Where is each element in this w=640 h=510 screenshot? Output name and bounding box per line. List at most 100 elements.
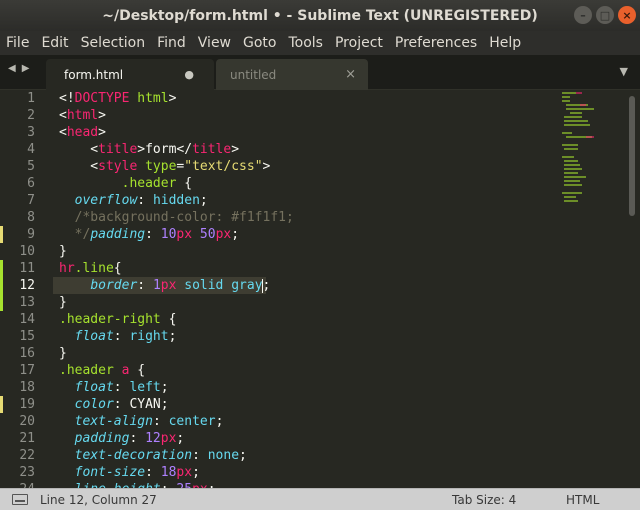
code-line[interactable]: <!DOCTYPE html>: [59, 90, 559, 107]
code-token: right: [129, 329, 169, 344]
close-window-button[interactable]: ×: [618, 6, 636, 24]
line-number: 1: [27, 91, 35, 106]
code-line[interactable]: text-decoration: none;: [59, 447, 559, 464]
code-token: .line: [74, 261, 114, 276]
menu-selection[interactable]: Selection: [81, 35, 146, 51]
code-line[interactable]: }: [59, 294, 559, 311]
line-number: 2: [27, 108, 35, 123]
code-token: .header: [121, 176, 177, 191]
tab-size-selector[interactable]: Tab Size: 4: [452, 493, 516, 507]
code-area[interactable]: <!DOCTYPE html> <html> <head> <title>form<…: [53, 90, 559, 488]
menu-goto[interactable]: Goto: [243, 35, 276, 51]
code-token: text-align: [74, 414, 153, 429]
maximize-button[interactable]: □: [596, 6, 614, 24]
code-token: type: [145, 159, 177, 174]
line-number: 17: [19, 363, 35, 378]
code-line[interactable]: float: right;: [59, 328, 559, 345]
menu-help[interactable]: Help: [489, 35, 521, 51]
menu-edit[interactable]: Edit: [41, 35, 68, 51]
tab-menu-icon[interactable]: ▼: [620, 65, 628, 78]
code-token: <: [59, 159, 99, 174]
code-line[interactable]: .header a {: [59, 362, 559, 379]
code-token: ;: [176, 431, 185, 446]
code-token: none: [207, 448, 240, 463]
code-line[interactable]: .header {: [59, 175, 559, 192]
git-added-marker: [0, 294, 3, 311]
menu-view[interactable]: View: [198, 35, 231, 51]
menu-find[interactable]: Find: [157, 35, 186, 51]
menu-tools[interactable]: Tools: [288, 35, 323, 51]
code-token: float: [74, 380, 114, 395]
line-number: 6: [27, 176, 35, 191]
menu-file[interactable]: File: [6, 35, 29, 51]
code-token: left: [129, 380, 161, 395]
panel-toggle-icon[interactable]: [12, 494, 28, 505]
code-line[interactable]: .header-right {: [59, 311, 559, 328]
code-token: ;: [160, 397, 169, 412]
unsaved-dot-icon[interactable]: ●: [184, 68, 194, 81]
vertical-scrollbar[interactable]: [629, 96, 635, 216]
tab-form-html[interactable]: form.html ●: [46, 59, 214, 90]
code-line[interactable]: }: [59, 243, 559, 260]
title-bar: ~/Desktop/form.html • - Sublime Text (UN…: [0, 0, 640, 31]
code-line[interactable]: /*background-color: #f1f1f1;: [59, 209, 559, 226]
code-line[interactable]: hr.line{: [59, 260, 559, 277]
code-line[interactable]: color: CYAN;: [59, 396, 559, 413]
line-number: 12: [0, 277, 52, 294]
code-line[interactable]: float: left;: [59, 379, 559, 396]
line-number: 20: [19, 414, 35, 429]
code-token: <: [59, 125, 67, 140]
code-line[interactable]: <title>form</title>: [59, 141, 559, 158]
line-number: 14: [19, 312, 35, 327]
code-token: }: [59, 244, 67, 259]
syntax-selector[interactable]: HTML: [566, 493, 599, 507]
code-line[interactable]: }: [59, 345, 559, 362]
code-token: 12: [145, 431, 161, 446]
close-tab-icon[interactable]: ×: [345, 67, 356, 82]
line-number: 19: [0, 396, 52, 413]
code-line[interactable]: <style type="text/css">: [59, 158, 559, 175]
code-token: */: [74, 227, 91, 242]
menu-project[interactable]: Project: [335, 35, 383, 51]
code-line[interactable]: <html>: [59, 107, 559, 124]
code-token: ;: [168, 329, 177, 344]
code-token: float: [74, 329, 114, 344]
code-line[interactable]: padding: 12px;: [59, 430, 559, 447]
minimize-button[interactable]: –: [574, 6, 592, 24]
code-token: ;: [262, 278, 271, 293]
code-line[interactable]: <head>: [59, 124, 559, 141]
code-editor[interactable]: 123456789101112131415161718192021222324 …: [0, 90, 640, 488]
tab-untitled[interactable]: untitled ×: [216, 59, 368, 90]
line-number: 24: [0, 481, 52, 488]
code-token: px: [215, 227, 232, 242]
code-line[interactable]: */padding: 10px 50px;: [59, 226, 559, 243]
minimap[interactable]: [556, 90, 626, 210]
window-controls: – □ ×: [574, 6, 636, 24]
code-line[interactable]: overflow: hidden;: [59, 192, 559, 209]
code-token: :: [137, 193, 153, 208]
code-token: >: [98, 125, 106, 140]
code-token: ;: [192, 465, 200, 480]
code-token: >: [262, 159, 271, 174]
next-tab-icon[interactable]: ▶: [22, 63, 30, 74]
code-token: {: [176, 176, 193, 191]
code-token: :: [145, 227, 161, 242]
prev-tab-icon[interactable]: ◀: [8, 63, 16, 74]
code-token: >form</: [137, 142, 193, 157]
code-line[interactable]: text-align: center;: [59, 413, 559, 430]
menu-preferences[interactable]: Preferences: [395, 35, 477, 51]
code-token: text-decoration: [74, 448, 193, 463]
code-line[interactable]: font-size: 18px;: [59, 464, 559, 481]
code-token: .header: [59, 363, 114, 378]
code-token: 50: [199, 227, 216, 242]
code-line[interactable]: line-height: 25px;: [59, 481, 559, 488]
code-line[interactable]: border: 1px solid gray;: [53, 277, 270, 294]
git-added-marker: [0, 277, 3, 294]
code-token: :: [129, 431, 146, 446]
